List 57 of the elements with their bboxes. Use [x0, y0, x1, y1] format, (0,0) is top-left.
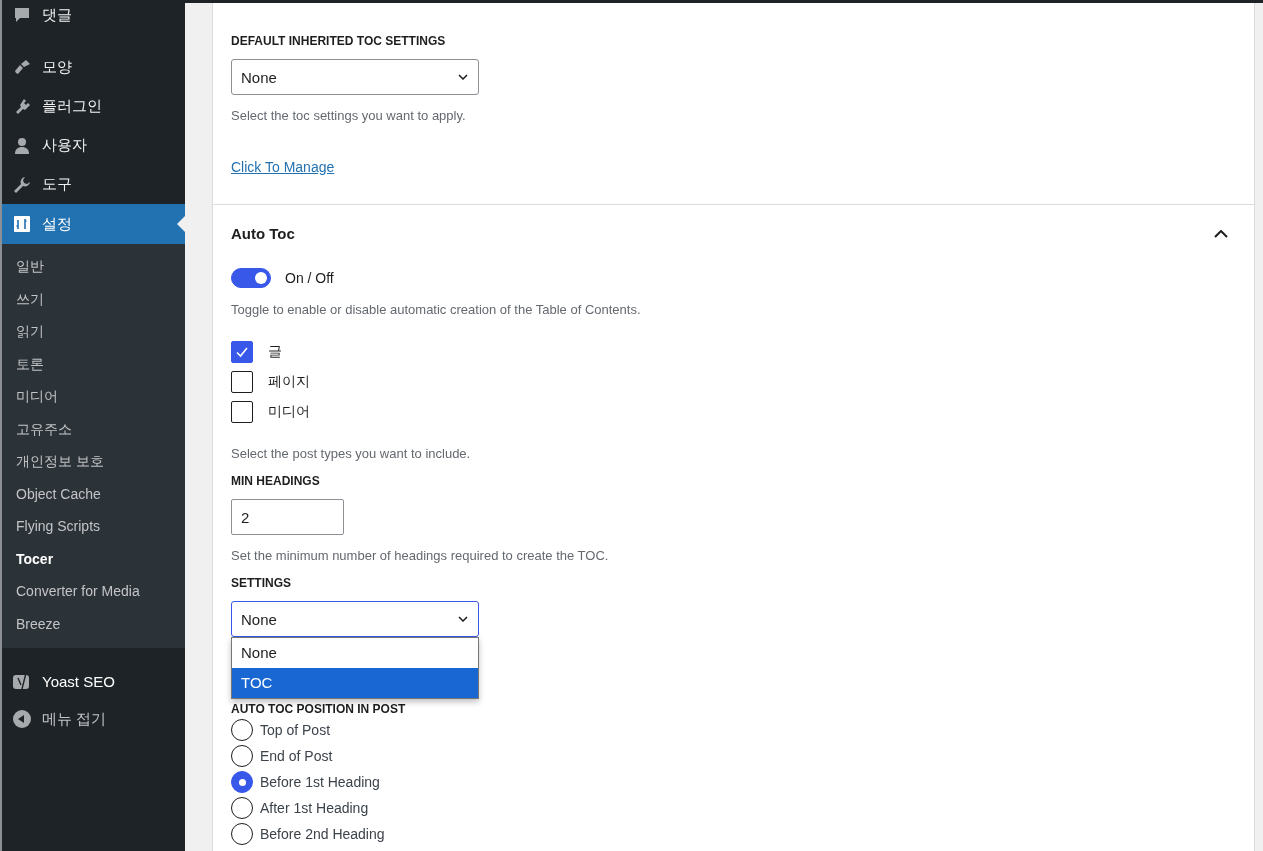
- submenu-item[interactable]: Converter for Media: [2, 575, 185, 608]
- sidebar-item[interactable]: 메뉴 접기: [2, 700, 185, 738]
- field-label: AUTO TOC POSITION IN POST: [231, 702, 407, 716]
- checkbox-label: 페이지: [268, 373, 310, 391]
- help-text: Select the toc settings you want to apply.: [231, 108, 467, 123]
- field-label: DEFAULT INHERITED TOC SETTINGS: [231, 34, 447, 48]
- submenu-item[interactable]: 고유주소: [2, 412, 185, 445]
- sidebar-item[interactable]: 도구: [2, 165, 185, 204]
- radio-button[interactable]: [231, 771, 253, 793]
- submenu-item[interactable]: Breeze: [2, 607, 185, 640]
- checkbox[interactable]: [231, 341, 253, 363]
- help-text: Set the minimum number of headings required to create the TOC.: [231, 548, 610, 563]
- field-label: SETTINGS: [231, 576, 292, 590]
- submenu-item[interactable]: 읽기: [2, 315, 185, 348]
- sidebar-item[interactable]: 설정: [2, 204, 185, 244]
- help-text: Toggle to enable or disable automatic creation of the Table of Contents.: [231, 302, 642, 317]
- dropdown-option[interactable]: TOC: [232, 668, 478, 698]
- toggle-switch[interactable]: [231, 268, 271, 288]
- checkbox-label: 미디어: [268, 403, 310, 421]
- submenu-item[interactable]: 일반: [2, 250, 185, 283]
- radio-label: Before 2nd Heading: [260, 826, 385, 842]
- dropdown-option[interactable]: None: [232, 638, 478, 668]
- submenu-item[interactable]: Object Cache: [2, 477, 185, 510]
- checkbox-label: 글: [268, 343, 282, 361]
- sidebar-item[interactable]: 플러그인: [2, 87, 185, 126]
- sidebar-item[interactable]: 사용자: [2, 126, 185, 165]
- number-field[interactable]: 2: [231, 499, 344, 535]
- radio-label: Before 1st Heading: [260, 774, 380, 790]
- radio-label: Top of Post: [260, 722, 331, 738]
- settings-icon: [12, 214, 32, 234]
- submenu-item[interactable]: Tocer: [2, 542, 185, 575]
- section-title: Auto Toc: [231, 225, 295, 242]
- sidebar-item[interactable]: Yoast SEO: [2, 662, 185, 700]
- submenu-item[interactable]: Flying Scripts: [2, 510, 185, 543]
- wrench-icon: [12, 174, 32, 195]
- comment-icon: [12, 5, 32, 25]
- submenu-item[interactable]: 미디어: [2, 380, 185, 413]
- select-field[interactable]: None: [231, 601, 479, 637]
- manage-link[interactable]: Click To Manage: [231, 159, 335, 175]
- checkbox[interactable]: [231, 401, 253, 423]
- submenu-item[interactable]: 쓰기: [2, 282, 185, 315]
- submenu-item[interactable]: 토론: [2, 347, 185, 380]
- field-label: MIN HEADINGS: [231, 474, 321, 488]
- chevron-up-icon[interactable]: [1214, 229, 1228, 238]
- sidebar-item[interactable]: 댓글: [2, 0, 185, 30]
- user-icon: [12, 135, 32, 156]
- toggle-label: On / Off: [285, 270, 334, 286]
- help-text: Select the post types you want to include.: [231, 446, 472, 461]
- select-field[interactable]: None: [231, 59, 479, 95]
- submenu-item[interactable]: 개인정보 보호: [2, 445, 185, 478]
- chevron-down-icon: [458, 616, 468, 622]
- radio-label: After 1st Heading: [260, 800, 369, 816]
- checkbox[interactable]: [231, 371, 253, 393]
- chevron-down-icon: [458, 74, 468, 80]
- sidebar-item[interactable]: 모양: [2, 48, 185, 87]
- radio-label: End of Post: [260, 748, 333, 764]
- collapse-icon: [12, 709, 32, 729]
